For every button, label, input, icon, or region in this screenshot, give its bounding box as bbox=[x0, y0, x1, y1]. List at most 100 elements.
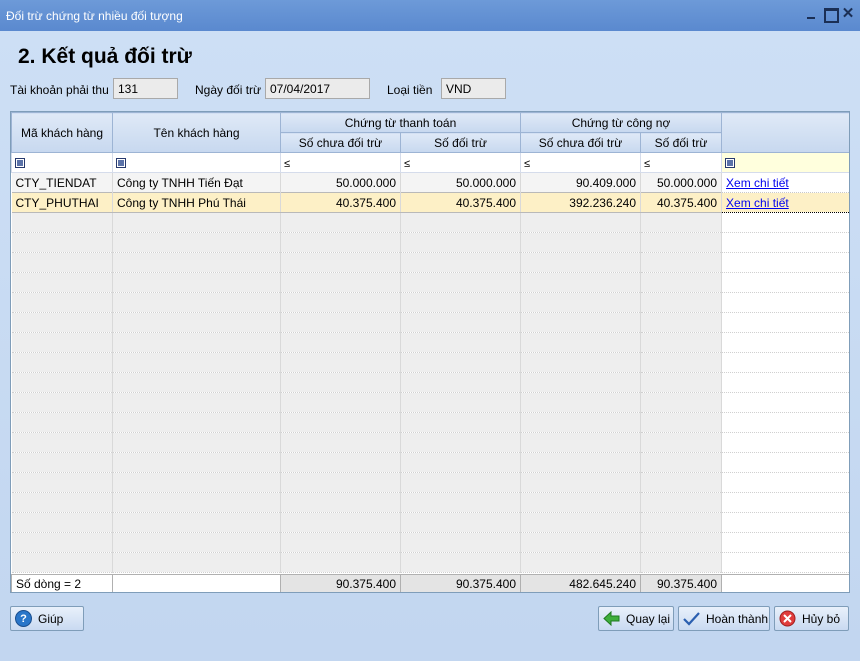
finish-button[interactable]: Hoàn thành bbox=[678, 606, 770, 631]
filter-code[interactable] bbox=[11, 152, 113, 173]
cell-code[interactable]: CTY_PHUTHAI bbox=[11, 192, 113, 213]
view-detail-link[interactable]: Xem chi tiết bbox=[726, 176, 789, 190]
empty-cell bbox=[400, 332, 522, 353]
filter-checkbox-icon[interactable] bbox=[15, 158, 25, 169]
col-header-customer-name[interactable]: Tên khách hàng bbox=[112, 112, 281, 153]
back-button-label: Quay lại bbox=[626, 611, 671, 626]
filter-name[interactable] bbox=[112, 152, 281, 173]
empty-cell bbox=[640, 432, 723, 453]
minimize-icon[interactable] bbox=[804, 6, 820, 22]
summary-name bbox=[112, 574, 281, 592]
cancel-button[interactable]: Hủy bỏ bbox=[774, 606, 849, 631]
empty-cell bbox=[11, 212, 113, 233]
empty-cell bbox=[640, 252, 723, 273]
maximize-icon[interactable] bbox=[822, 6, 839, 23]
help-icon: ? bbox=[15, 610, 32, 627]
empty-cell bbox=[400, 492, 522, 513]
cell-debt-offset[interactable]: 40.375.400 bbox=[640, 192, 723, 213]
empty-cell bbox=[721, 512, 849, 533]
group-header-debt: Chứng từ công nợ bbox=[520, 112, 723, 133]
row-count: Số dòng = 2 bbox=[11, 574, 113, 592]
cell-pay-offset[interactable]: 40.375.400 bbox=[400, 192, 522, 213]
empty-cell bbox=[400, 412, 522, 433]
empty-cell bbox=[640, 452, 723, 473]
empty-cell bbox=[520, 372, 642, 393]
empty-cell bbox=[112, 292, 281, 313]
cell-debt-unoffset[interactable]: 392.236.240 bbox=[520, 192, 642, 213]
window-title: Đối trừ chứng từ nhiều đối tượng bbox=[6, 9, 183, 23]
empty-cell bbox=[520, 392, 642, 413]
filter-pay-offset[interactable]: ≤ bbox=[399, 152, 522, 173]
table-row-selected[interactable]: CTY_PHUTHAI Công ty TNHH Phú Thái 40.375… bbox=[11, 192, 849, 213]
col-header-debt-offset[interactable]: Số đối trừ bbox=[640, 132, 723, 153]
cell-pay-unoffset[interactable]: 50.000.000 bbox=[280, 172, 401, 193]
col-header-customer-code[interactable]: Mã khách hàng bbox=[11, 112, 113, 153]
empty-cell bbox=[640, 312, 723, 333]
empty-row bbox=[11, 452, 849, 473]
filter-pay-unoffset[interactable]: ≤ bbox=[280, 152, 401, 173]
cell-pay-offset[interactable]: 50.000.000 bbox=[400, 172, 522, 193]
filter-debt-offset[interactable]: ≤ bbox=[640, 152, 723, 173]
col-header-pay-unoffset[interactable]: Số chưa đối trừ bbox=[280, 132, 401, 153]
col-header-pay-offset[interactable]: Số đối trừ bbox=[399, 132, 522, 153]
empty-rows bbox=[11, 212, 849, 573]
empty-cell bbox=[11, 452, 113, 473]
empty-cell bbox=[721, 272, 849, 293]
filter-operator[interactable]: ≤ bbox=[524, 158, 530, 170]
col-header-debt-unoffset[interactable]: Số chưa đối trừ bbox=[520, 132, 642, 153]
empty-cell bbox=[400, 532, 522, 553]
empty-cell bbox=[640, 272, 723, 293]
table-row[interactable]: CTY_TIENDAT Công ty TNHH Tiến Đạt 50.000… bbox=[11, 172, 849, 193]
empty-cell bbox=[721, 372, 849, 393]
cell-debt-offset[interactable]: 50.000.000 bbox=[640, 172, 723, 193]
empty-cell bbox=[11, 532, 113, 553]
empty-cell bbox=[520, 232, 642, 253]
checkmark-icon bbox=[683, 610, 700, 627]
empty-cell bbox=[280, 372, 401, 393]
empty-cell bbox=[280, 292, 401, 313]
empty-cell bbox=[640, 532, 723, 553]
date-field[interactable]: 07/04/2017 bbox=[265, 78, 370, 99]
back-button[interactable]: Quay lại bbox=[598, 606, 674, 631]
cell-name[interactable]: Công ty TNHH Tiến Đạt bbox=[112, 172, 281, 193]
filter-row: ≤ ≤ ≤ ≤ bbox=[11, 152, 849, 173]
close-icon[interactable]: ✕ bbox=[840, 6, 856, 22]
empty-row bbox=[11, 412, 849, 433]
filter-debt-unoffset[interactable]: ≤ bbox=[520, 152, 642, 173]
filter-operator[interactable]: ≤ bbox=[644, 158, 650, 170]
empty-cell bbox=[640, 552, 723, 573]
empty-cell bbox=[520, 512, 642, 533]
empty-cell bbox=[721, 332, 849, 353]
cancel-icon bbox=[779, 610, 796, 627]
empty-cell bbox=[280, 512, 401, 533]
summary-action bbox=[721, 574, 849, 592]
empty-cell bbox=[520, 212, 642, 233]
filter-checkbox-icon[interactable] bbox=[116, 158, 126, 169]
cell-code[interactable]: CTY_TIENDAT bbox=[11, 172, 113, 193]
empty-row bbox=[11, 492, 849, 513]
group-header-payment: Chứng từ thanh toán bbox=[279, 112, 522, 133]
sum-debt-offset: 90.375.400 bbox=[640, 574, 722, 592]
account-field[interactable]: 131 bbox=[113, 78, 178, 99]
empty-row bbox=[11, 232, 849, 253]
filter-action[interactable] bbox=[721, 152, 849, 173]
empty-cell bbox=[640, 332, 723, 353]
view-detail-link[interactable]: Xem chi tiết bbox=[726, 196, 789, 210]
cell-pay-unoffset[interactable]: 40.375.400 bbox=[280, 192, 401, 213]
empty-cell bbox=[11, 272, 113, 293]
empty-cell bbox=[112, 492, 281, 513]
help-button[interactable]: ? Giúp bbox=[10, 606, 84, 631]
empty-row bbox=[11, 552, 849, 573]
empty-cell bbox=[721, 312, 849, 333]
empty-cell bbox=[112, 232, 281, 253]
filter-operator[interactable]: ≤ bbox=[284, 158, 290, 170]
empty-cell bbox=[11, 252, 113, 273]
cell-name[interactable]: Công ty TNHH Phú Thái bbox=[112, 192, 281, 213]
filter-checkbox-icon[interactable] bbox=[725, 158, 736, 169]
empty-cell bbox=[280, 272, 401, 293]
currency-field[interactable]: VND bbox=[441, 78, 506, 99]
empty-cell bbox=[640, 232, 723, 253]
cell-debt-unoffset[interactable]: 90.409.000 bbox=[520, 172, 642, 193]
empty-cell bbox=[721, 432, 849, 453]
filter-operator[interactable]: ≤ bbox=[404, 158, 410, 170]
